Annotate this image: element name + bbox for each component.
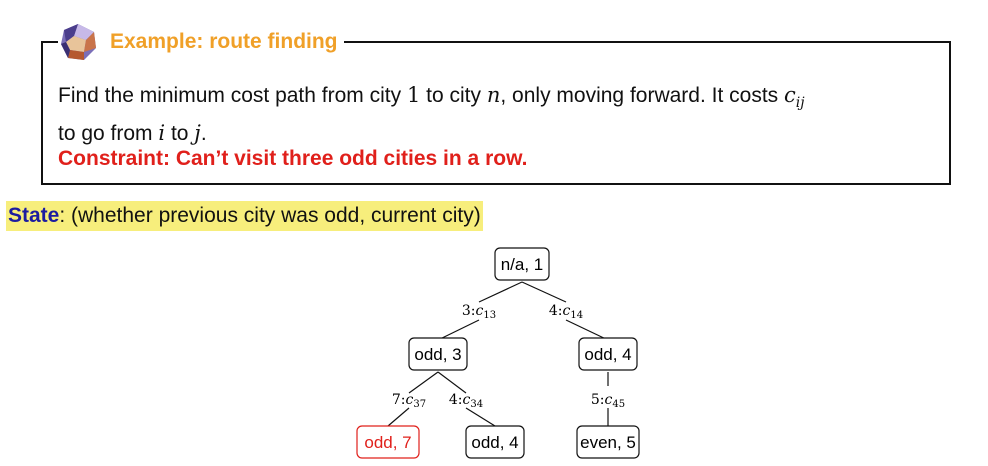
tree-node-odd3: odd, 3 <box>408 337 468 371</box>
tree-node-even5: even, 5 <box>576 425 640 459</box>
tree-node-odd4b: odd, 4 <box>465 425 525 459</box>
tree-node-odd7: odd, 7 <box>356 425 420 459</box>
edge-label-e14: 4:c14 <box>549 303 583 321</box>
svg-text:n/a, 1: n/a, 1 <box>501 255 544 274</box>
edge-line-e14-lower <box>565 319 609 341</box>
svg-text:odd, 4: odd, 4 <box>584 345 631 364</box>
edge-label-e34: 4:c34 <box>449 392 483 410</box>
svg-text:even, 5: even, 5 <box>580 433 636 452</box>
state-tree-diagram: 3:c13 4:c14 7:c37 4:c34 5:c45 n/a, 1 odd… <box>356 247 640 459</box>
edge-label-e45: 5:c45 <box>591 392 625 410</box>
edge-line-e34 <box>437 371 467 394</box>
edge-line-e13-lower <box>437 319 480 341</box>
edge-line-e14 <box>521 281 567 303</box>
svg-text:odd, 3: odd, 3 <box>414 345 461 364</box>
tree-node-odd4a: odd, 4 <box>578 337 638 371</box>
edge-label-e37: 7:c37 <box>392 392 426 410</box>
edge-line-e37-lower <box>387 407 410 427</box>
edge-line-e34-lower <box>465 407 496 427</box>
svg-text:odd, 4: odd, 4 <box>471 433 518 452</box>
edge-label-e13: 3:c13 <box>462 303 496 321</box>
svg-text:odd, 7: odd, 7 <box>364 433 411 452</box>
edge-line-e37 <box>408 371 439 394</box>
edge-line-e13 <box>478 281 523 303</box>
tree-node-root: n/a, 1 <box>494 247 550 281</box>
